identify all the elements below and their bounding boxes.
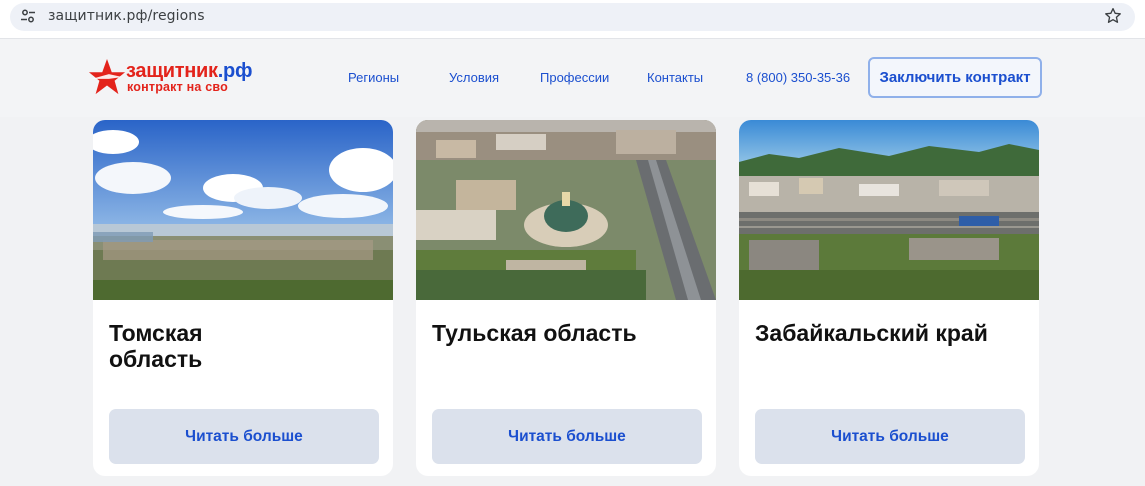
nav-link-conditions[interactable]: Условия — [449, 70, 499, 86]
region-card-tomsk[interactable]: Томская область Читать больше — [93, 120, 393, 476]
read-more-button[interactable]: Читать больше — [755, 409, 1025, 464]
browser-toolbar: защитник.рф/regions — [0, 0, 1145, 39]
nav-link-contacts[interactable]: Контакты — [647, 70, 703, 86]
phone-link[interactable]: 8 (800) 350-35-36 — [746, 70, 850, 86]
region-title: Тульская область — [432, 320, 637, 346]
logo-tagline: контракт на сво — [127, 80, 228, 94]
read-more-button[interactable]: Читать больше — [432, 409, 702, 464]
region-photo-tula — [416, 120, 716, 300]
logo-tld: .рф — [217, 60, 253, 82]
region-title: Томская область — [109, 320, 203, 372]
region-title: Забайкальский край — [755, 320, 988, 346]
region-photo-zabaikalsky — [739, 120, 1039, 300]
nav-link-professions[interactable]: Профессии — [540, 70, 609, 86]
region-card-tula[interactable]: Тульская область Читать больше — [416, 120, 716, 476]
site-header: защитник.рф контракт на сво Регионы Усло… — [0, 39, 1145, 117]
nav-link-regions[interactable]: Регионы — [348, 70, 399, 86]
site-logo[interactable]: защитник.рф контракт на сво — [88, 56, 278, 100]
region-card-zabaikalsky[interactable]: Забайкальский край Читать больше — [739, 120, 1039, 476]
logo-name-text: защитник — [126, 60, 218, 82]
tune-icon[interactable] — [20, 8, 36, 24]
logo-name: защитник.рф — [126, 61, 252, 81]
url-text[interactable]: защитник.рф/regions — [48, 8, 205, 24]
red-star-icon — [88, 58, 126, 95]
star-icon[interactable] — [1103, 6, 1123, 26]
sign-contract-button[interactable]: Заключить контракт — [868, 57, 1042, 98]
region-photo-tomsk — [93, 120, 393, 300]
read-more-button[interactable]: Читать больше — [109, 409, 379, 464]
